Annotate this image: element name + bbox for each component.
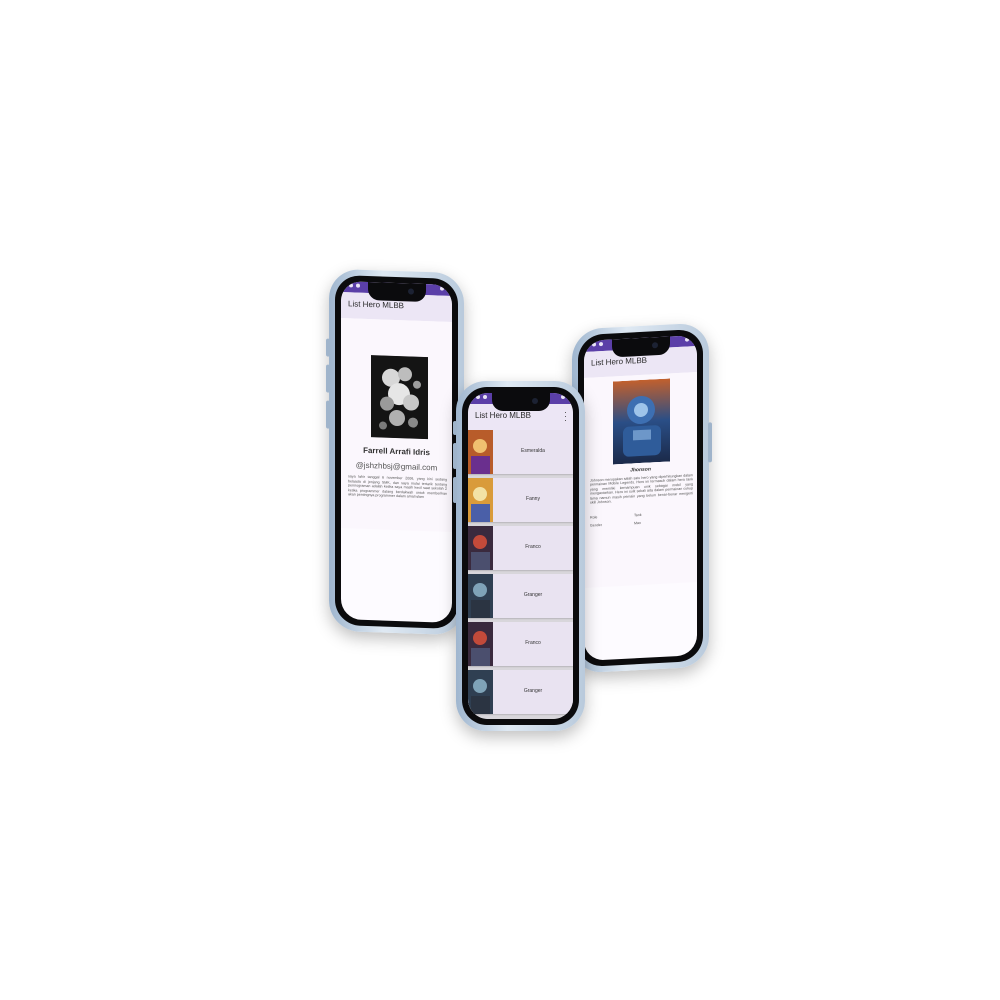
profile-email: @jshzhbsj@gmail.com — [355, 460, 438, 473]
gender-label: Gender — [590, 523, 602, 528]
phone-profile: List Hero MLBB Farrell Arrafi Idris @jsh… — [326, 268, 464, 636]
phone-notch — [491, 393, 550, 411]
phone-side-button — [326, 338, 330, 357]
profile-name: Farrell Arrafi Idris — [363, 445, 430, 458]
hero-detail-card: Jhonson Johnson merupakan salah satu her… — [584, 372, 697, 588]
hero-thumbnail — [468, 478, 493, 522]
app-title: List Hero MLBB — [475, 411, 532, 420]
phone-bezel: List Hero MLBB Farrell Arrafi Idris @jsh… — [335, 274, 458, 630]
phone-notch — [611, 336, 670, 358]
hero-name-label: Esmeralda — [521, 448, 545, 454]
phone-bezel: List Hero MLBB Jhonson Johnson merupakan… — [578, 328, 703, 668]
list-item[interactable]: Granger — [468, 574, 573, 618]
hero-name-label: Franco — [525, 544, 541, 550]
profile-card: Farrell Arrafi Idris @jshzhbsj@gmail.com… — [341, 318, 452, 532]
phone-side-button — [326, 364, 330, 393]
phone-side-button — [453, 443, 457, 469]
hero-thumbnail — [468, 670, 493, 714]
camera-icon — [407, 288, 414, 295]
role-value: Tank — [634, 512, 642, 518]
hero-thumbnail — [468, 526, 493, 570]
phone-hero-list: List Hero MLBB · · · Esmeralda Fanny Franc… — [453, 381, 585, 731]
hero-name-label: Fanny — [526, 496, 540, 502]
screen-profile: List Hero MLBB Farrell Arrafi Idris @jsh… — [341, 281, 452, 623]
list-item[interactable]: Esmeralda — [468, 430, 573, 474]
phone-side-button — [453, 421, 457, 435]
hero-list: Esmeralda Fanny Franco Granger Franco Gr… — [468, 430, 573, 719]
list-item[interactable]: Franco — [468, 622, 573, 666]
list-item[interactable]: Fanny — [468, 478, 573, 522]
gender-value: Man — [634, 520, 641, 526]
hero-thumbnail — [468, 622, 493, 666]
app-title: List Hero MLBB — [591, 355, 648, 368]
hero-thumbnail — [468, 430, 493, 474]
hero-name-label: Granger — [523, 688, 543, 694]
screen-hero-detail: List Hero MLBB Jhonson Johnson merupakan… — [584, 335, 697, 661]
profile-photo — [371, 355, 428, 440]
hero-thumbnail — [468, 574, 493, 618]
phone-bezel: List Hero MLBB · · · Esmeralda Fanny Franc… — [462, 387, 579, 725]
phone-hero-detail: List Hero MLBB Jhonson Johnson merupakan… — [572, 322, 712, 674]
hero-description: Johnson merupakan salah satu hero yang d… — [590, 473, 693, 505]
phone-side-button — [326, 400, 330, 429]
overflow-menu-icon[interactable]: · · · — [564, 408, 567, 425]
camera-icon — [531, 398, 538, 404]
screen-hero-list: List Hero MLBB · · · Esmeralda Fanny Franc… — [468, 393, 573, 719]
list-item[interactable]: Franco — [468, 526, 573, 570]
camera-icon — [651, 342, 658, 349]
profile-bio: saya lahir tanggal 6 november 2006, yang… — [348, 474, 447, 500]
phone-side-button — [453, 477, 457, 503]
phone-side-button — [708, 422, 712, 463]
hero-name-label: Franco — [525, 640, 541, 646]
hero-portrait — [613, 378, 670, 465]
phone-notch — [367, 281, 426, 303]
list-item[interactable]: Granger — [468, 670, 573, 714]
hero-name-label: Granger — [523, 592, 543, 598]
role-label: Role — [590, 515, 598, 520]
